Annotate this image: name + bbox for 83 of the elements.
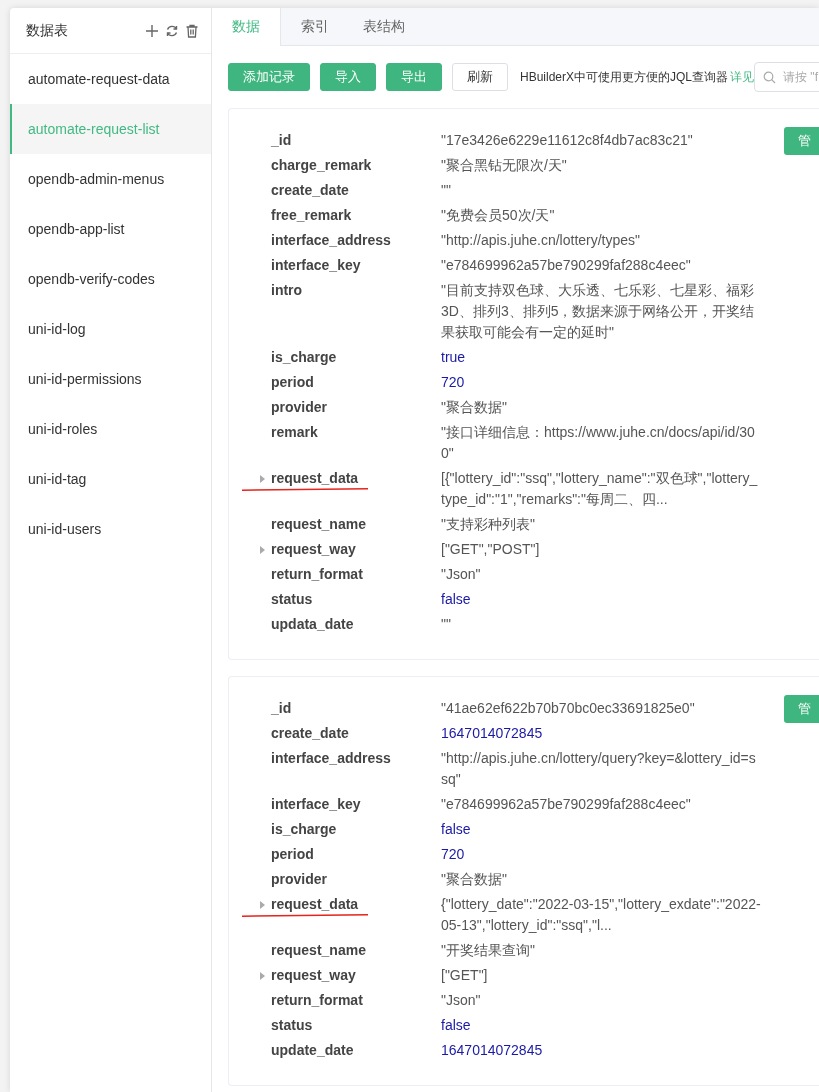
field-key: return_format	[271, 990, 363, 1011]
field-value: "开奖结果查询"	[441, 941, 536, 960]
sidebar-item[interactable]: uni-id-log	[10, 304, 211, 354]
search-field[interactable]: 请按 "f	[754, 62, 819, 92]
sidebar-item[interactable]: opendb-admin-menus	[10, 154, 211, 204]
expand-icon[interactable]	[260, 475, 265, 483]
field-key: request_data	[271, 468, 359, 489]
field-value: 720	[441, 845, 466, 864]
field-key: intro	[271, 280, 303, 301]
hint-text: HBuilderX中可使用更方便的JQL查询器	[520, 68, 729, 86]
trash-icon[interactable]	[185, 23, 199, 38]
field-value: ""	[441, 615, 452, 634]
field-key: is_charge	[271, 347, 337, 368]
sidebar-item[interactable]: opendb-app-list	[10, 204, 211, 254]
field-key: period	[271, 844, 314, 865]
field-key: interface_key	[271, 255, 361, 276]
field-key: update_date	[271, 1040, 354, 1061]
field-value: false	[441, 1016, 472, 1035]
field-key: updata_date	[271, 614, 354, 635]
field-key: interface_key	[271, 794, 361, 815]
sidebar-item[interactable]: automate-request-data	[10, 54, 211, 104]
field-key: free_remark	[271, 205, 352, 226]
refresh-icon[interactable]	[165, 23, 179, 38]
sidebar-item[interactable]: uni-id-users	[10, 504, 211, 554]
add-icon[interactable]	[145, 23, 159, 38]
field-key: provider	[271, 869, 327, 890]
sidebar-item[interactable]: uni-id-tag	[10, 454, 211, 504]
field-value: "e784699962a57be790299faf288c4eec"	[441, 256, 692, 275]
sidebar-item[interactable]: uni-id-roles	[10, 404, 211, 454]
field-value: ""	[441, 181, 452, 200]
field-key: request_name	[271, 940, 366, 961]
field-value: "支持彩种列表"	[441, 515, 536, 534]
field-value: ["GET","POST"]	[441, 540, 541, 559]
expand-icon[interactable]	[260, 546, 265, 554]
field-key: request_way	[271, 965, 356, 986]
field-key: provider	[271, 397, 327, 418]
field-key: return_format	[271, 564, 363, 585]
field-key: _id	[271, 130, 292, 151]
field-value: "Json"	[441, 991, 482, 1010]
sidebar-item[interactable]: uni-id-permissions	[10, 354, 211, 404]
field-value: {"lottery_date":"2022-03-15","lottery_exdate":"2022-05-13","lottery_id":"ssq","l...	[441, 895, 761, 935]
field-value: "免费会员50次/天"	[441, 206, 556, 225]
field-key: charge_remark	[271, 155, 372, 176]
field-key: status	[271, 589, 313, 610]
expand-icon[interactable]	[260, 901, 265, 909]
field-key: status	[271, 1015, 313, 1036]
field-value: "目前支持双色球、大乐透、七乐彩、七星彩、福彩3D、排列3、排列5，数据来源于网络公开，开奖结果获取可能会有一定的延时"	[441, 281, 756, 342]
field-value: true	[441, 348, 467, 367]
field-value: "聚合数据"	[441, 398, 508, 417]
tab[interactable]: 表结构	[350, 8, 419, 45]
field-value: false	[441, 820, 472, 839]
field-value: "41ae62ef622b70b70bc0ec33691825e0"	[441, 699, 696, 718]
field-key: remark	[271, 422, 318, 443]
field-value: "聚合数据"	[441, 870, 508, 889]
field-key: request_name	[271, 514, 366, 535]
field-key: is_charge	[271, 819, 337, 840]
field-value: "http://apis.juhe.cn/lottery/types"	[441, 231, 642, 250]
sidebar-item[interactable]: opendb-verify-codes	[10, 254, 211, 304]
expand-icon[interactable]	[260, 972, 265, 980]
field-value: 1647014072845	[441, 1041, 544, 1060]
field-value: 720	[441, 373, 466, 392]
field-value: "聚合黑钻无限次/天"	[441, 156, 568, 175]
field-key: _id	[271, 698, 292, 719]
field-value: "Json"	[441, 565, 482, 584]
field-key: interface_address	[271, 748, 391, 769]
field-value: false	[441, 590, 472, 609]
field-value: "17e3426e6229e11612c8f4db7ac83c21"	[441, 131, 694, 150]
field-value: ["GET"]	[441, 966, 489, 985]
field-value: [{"lottery_id":"ssq","lottery_name":"双色球","lottery_type_id":"1","remarks":"每周二、四...	[441, 469, 759, 509]
field-value: "http://apis.juhe.cn/lottery/query?key=&lottery_id=ssq"	[441, 749, 757, 789]
sidebar-title: 数据表	[26, 21, 69, 40]
field-value: "e784699962a57be790299faf288c4eec"	[441, 795, 692, 814]
field-value: "接口详细信息：https://www.juhe.cn/docs/api/id/300"	[441, 423, 756, 463]
tab[interactable]: 索引	[281, 8, 350, 45]
field-key: request_way	[271, 539, 356, 560]
field-value: 1647014072845	[441, 724, 544, 743]
refresh-button[interactable]: 刷新	[452, 63, 508, 91]
field-key: request_data	[271, 894, 359, 915]
field-key: create_date	[271, 723, 349, 744]
field-key: create_date	[271, 180, 349, 201]
field-key: period	[271, 372, 314, 393]
field-key: interface_address	[271, 230, 391, 251]
search-icon	[763, 71, 777, 84]
